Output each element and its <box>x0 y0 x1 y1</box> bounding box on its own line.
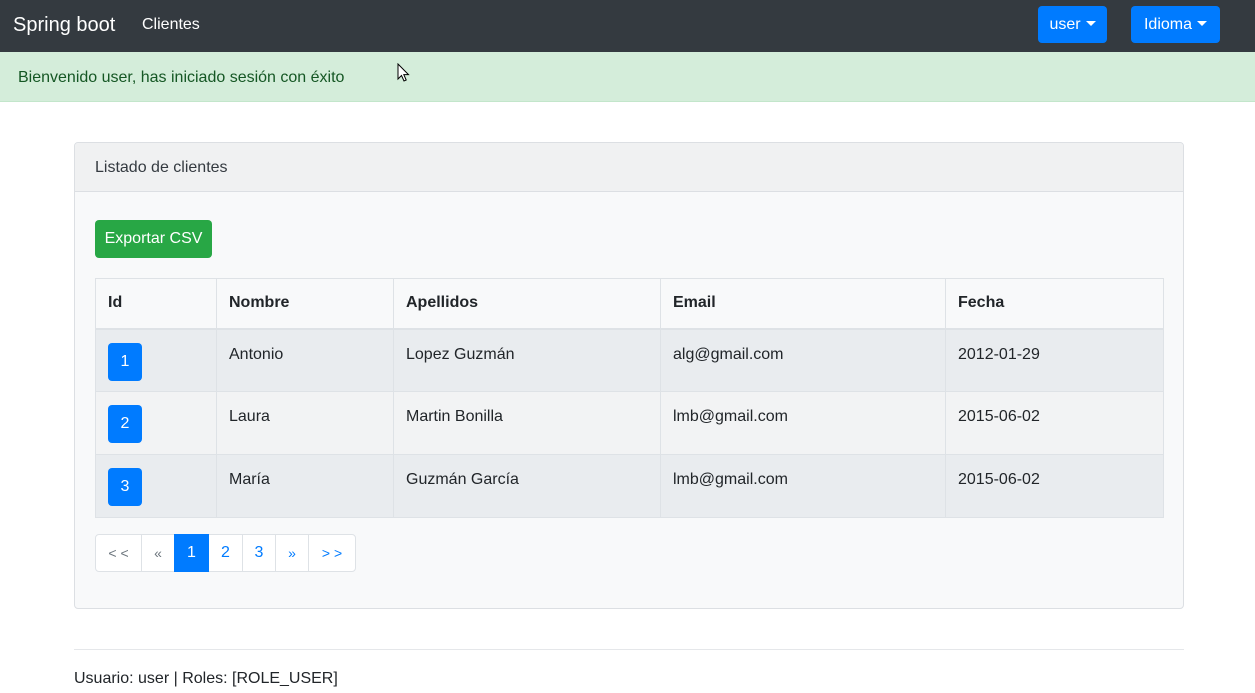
top-navbar: Spring boot Clientes user Idioma <box>0 0 1255 52</box>
table-row: 2 Laura Martin Bonilla lmb@gmail.com 201… <box>95 391 1164 455</box>
cell-fecha: 2012-01-29 <box>945 328 1164 392</box>
nav-link-clientes[interactable]: Clientes <box>142 15 200 35</box>
table-row: 3 María Guzmán García lmb@gmail.com 2015… <box>95 454 1164 518</box>
cell-apellidos: Guzmán García <box>393 454 661 518</box>
cell-email: alg@gmail.com <box>660 328 946 392</box>
client-id-button[interactable]: 3 <box>108 468 142 506</box>
column-header-id: Id <box>95 278 217 330</box>
cell-id: 1 <box>95 328 217 392</box>
page-3-button[interactable]: 3 <box>242 534 276 572</box>
table-header-row: Id Nombre Apellidos Email Fecha <box>95 278 1164 330</box>
caret-down-icon <box>1085 21 1096 26</box>
navbar-brand[interactable]: Spring boot <box>13 12 115 38</box>
page-1-button[interactable]: 1 <box>174 534 209 572</box>
client-id-button[interactable]: 1 <box>108 342 142 381</box>
cell-id: 2 <box>95 391 217 455</box>
page-first-button[interactable]: < < <box>95 534 142 572</box>
column-header-nombre: Nombre <box>216 278 394 330</box>
column-header-email: Email <box>660 278 946 330</box>
table-row: 1 Antonio Lopez Guzmán alg@gmail.com 201… <box>95 328 1164 392</box>
user-menu-button[interactable]: user <box>1038 6 1107 43</box>
client-id-button[interactable]: 2 <box>108 405 142 443</box>
cell-nombre: Antonio <box>216 328 394 392</box>
cell-email: lmb@gmail.com <box>660 454 946 518</box>
footer-divider <box>74 649 1184 650</box>
user-menu-label: user <box>1049 16 1081 33</box>
language-menu-button[interactable]: Idioma <box>1131 6 1220 43</box>
page-last-button[interactable]: > > <box>308 534 356 572</box>
mouse-cursor-icon <box>397 63 410 82</box>
language-menu-label: Idioma <box>1143 16 1193 33</box>
success-alert: Bienvenido user, has iniciado sesión con… <box>0 52 1255 102</box>
page-2-button[interactable]: 2 <box>208 534 243 572</box>
column-header-apellidos: Apellidos <box>393 278 661 330</box>
cell-email: lmb@gmail.com <box>660 391 946 455</box>
footer-user-info: Usuario: user | Roles: [ROLE_USER] <box>74 670 338 687</box>
cell-id: 3 <box>95 454 217 518</box>
export-csv-button[interactable]: Exportar CSV <box>95 220 212 258</box>
clients-table: Id Nombre Apellidos Email Fecha 1 Antoni… <box>95 278 1164 518</box>
column-header-fecha: Fecha <box>945 278 1164 330</box>
cell-nombre: Laura <box>216 391 394 455</box>
cell-fecha: 2015-06-02 <box>945 454 1164 518</box>
pagination: < < « 1 2 3 » > > <box>95 534 356 572</box>
alert-message: Bienvenido user, has iniciado sesión con… <box>18 69 345 86</box>
caret-down-icon <box>1197 21 1208 26</box>
card-header: Listado de clientes <box>75 143 1183 192</box>
cell-apellidos: Lopez Guzmán <box>393 328 661 392</box>
cell-nombre: María <box>216 454 394 518</box>
page-next-button[interactable]: » <box>275 534 309 572</box>
cell-apellidos: Martin Bonilla <box>393 391 661 455</box>
page-prev-button[interactable]: « <box>141 534 175 572</box>
card-title: Listado de clientes <box>95 159 228 176</box>
cell-fecha: 2015-06-02 <box>945 391 1164 455</box>
